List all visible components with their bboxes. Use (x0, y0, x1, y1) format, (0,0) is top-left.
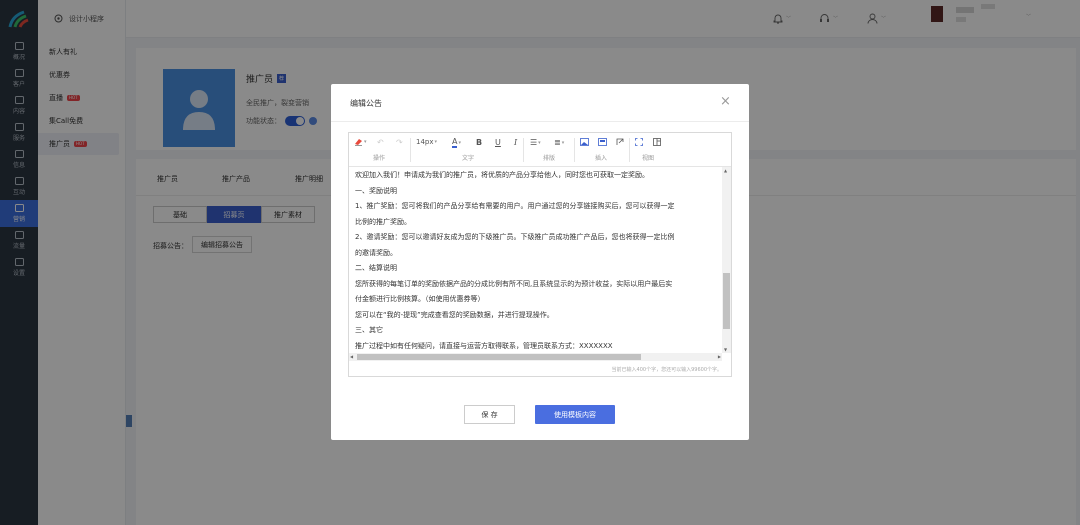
toolbar-separator (523, 138, 524, 162)
font-size-value: 14px (416, 138, 434, 146)
toolbar-group-layout: 排版 (543, 155, 556, 162)
edit-notice-dialog: 编辑公告 × ▾ ↶ ↷ 操作 14px ▾ A ▾ B U I 文字 ☰ ▾ … (331, 84, 749, 440)
undo-button[interactable]: ↶ (377, 138, 384, 147)
bold-icon: B (476, 138, 483, 147)
editor-paragraph: 您所获得的每笔订单的奖励依据产品的分成比例有所不同,且系统显示的为预计收益，实际… (355, 279, 673, 288)
redo-button[interactable]: ↷ (396, 138, 403, 147)
link-icon (616, 138, 624, 145)
chevron-down-icon: ▾ (538, 139, 541, 146)
close-icon[interactable]: × (720, 94, 731, 109)
image-icon (580, 138, 589, 146)
insert-link-button[interactable] (616, 138, 624, 146)
editor-paragraph: 的邀请奖励。 (355, 248, 397, 257)
editor-paragraph: 三、其它 (355, 326, 383, 334)
editor-paragraph: 您可以在“我的-提现”完成查看您的奖励数据，并进行提现操作。 (355, 310, 554, 319)
video-icon (598, 138, 607, 146)
underline-button[interactable]: U (495, 138, 501, 147)
list-button[interactable]: ≣ ▾ (554, 138, 564, 147)
align-button[interactable]: ☰ ▾ (530, 138, 541, 147)
toolbar-separator (629, 138, 630, 162)
vertical-scrollbar[interactable]: ▲ ▼ (722, 167, 731, 353)
toolbar-group-insert: 插入 (595, 155, 608, 162)
scroll-left-arrow-icon[interactable]: ◀ (350, 353, 353, 361)
chevron-down-icon: ▾ (364, 139, 367, 145)
horizontal-scrollbar[interactable]: ◀ ▶ (349, 353, 722, 361)
dialog-divider (331, 121, 749, 122)
editor-paragraph: 付金额进行比例核算。（如使用优惠券等） (355, 295, 485, 303)
toolbar-separator (410, 138, 411, 162)
underline-icon: U (495, 138, 501, 147)
bold-button[interactable]: B (476, 138, 482, 147)
eraser-button[interactable]: ▾ (354, 138, 367, 146)
insert-video-button[interactable] (598, 138, 607, 146)
use-template-button[interactable]: 使用模板内容 (535, 405, 615, 424)
character-counter: 当前已输入400个字，您还可以输入99600个字。 (611, 367, 722, 373)
italic-icon: I (514, 138, 518, 147)
undo-icon: ↶ (377, 138, 384, 147)
dialog-title: 编辑公告 (350, 99, 382, 108)
scroll-up-arrow-icon[interactable]: ▲ (724, 168, 727, 173)
vertical-scroll-thumb[interactable] (723, 273, 730, 329)
redo-icon: ↷ (396, 138, 403, 147)
eraser-icon (355, 139, 362, 146)
fullscreen-button[interactable] (635, 138, 643, 146)
chevron-down-icon: ▾ (458, 140, 461, 146)
list-icon: ≣ (554, 138, 561, 147)
editor-paragraph: 二、结算说明 (355, 264, 397, 272)
editor-toolbar: ▾ ↶ ↷ 操作 14px ▾ A ▾ B U I 文字 ☰ ▾ ≣ ▾ 排版 … (349, 133, 731, 167)
font-color-icon: A (452, 137, 458, 148)
editor-paragraph: 比例的推广奖励。 (355, 217, 411, 226)
toolbar-group-text: 文字 (462, 155, 475, 162)
toolbar-group-view: 视图 (642, 155, 655, 162)
rich-text-editor: ▾ ↶ ↷ 操作 14px ▾ A ▾ B U I 文字 ☰ ▾ ≣ ▾ 排版 … (348, 132, 732, 377)
scroll-right-arrow-icon[interactable]: ▶ (718, 353, 721, 361)
insert-image-button[interactable] (580, 138, 589, 146)
font-color-button[interactable]: A ▾ (452, 138, 461, 148)
chevron-down-icon: ▾ (561, 139, 565, 146)
editor-paragraph: 推广过程中如有任何疑问，请直接与运营方取得联系，管理员联系方式：XXXXXXX (355, 341, 613, 350)
toolbar-separator (574, 138, 575, 162)
align-left-icon: ☰ (530, 138, 538, 147)
editor-paragraph: 1、推广奖励：您可将我们的产品分享给有需要的用户。用户通过您的分享链接购买后，您… (355, 202, 675, 210)
italic-button[interactable]: I (514, 138, 517, 147)
editor-paragraph: 2、邀请奖励：您可以邀请好友成为您的下级推广员。下级推广员成功推广产品后，您也将… (355, 233, 675, 241)
editor-paragraph: 欢迎加入我们！申请成为我们的推广员，将优质的产品分享给他人，同时您也可获取一定奖… (355, 171, 649, 179)
scroll-down-arrow-icon[interactable]: ▼ (724, 347, 727, 352)
editor-paragraph: 一、奖励说明 (355, 186, 397, 195)
toolbar-group-operate: 操作 (373, 155, 386, 162)
source-code-button[interactable] (653, 138, 661, 146)
horizontal-scroll-thumb[interactable] (357, 354, 641, 360)
code-view-icon (653, 138, 661, 146)
fullscreen-icon (635, 138, 643, 146)
chevron-down-icon: ▾ (434, 139, 438, 145)
editor-content[interactable]: 欢迎加入我们！申请成为我们的推广员，将优质的产品分享给他人，同时您也可获取一定奖… (349, 167, 722, 353)
save-button[interactable]: 保 存 (464, 405, 515, 424)
font-size-select[interactable]: 14px ▾ (416, 138, 437, 146)
